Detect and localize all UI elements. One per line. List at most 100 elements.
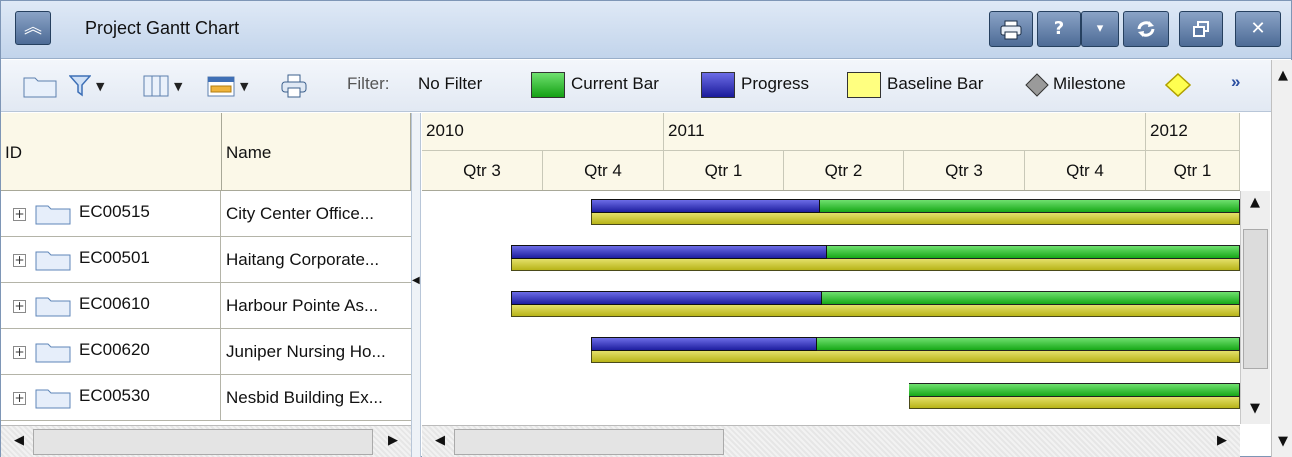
restore-icon xyxy=(1193,21,1209,37)
window-title: Project Gantt Chart xyxy=(85,18,240,38)
id-cell: + EC00515 xyxy=(1,191,221,236)
folder-icon xyxy=(35,389,71,409)
collapse-left-icon[interactable]: ◀ xyxy=(412,275,420,286)
vertical-scrollbar[interactable]: ▲ ▼ xyxy=(1240,191,1270,424)
quarter-label: Qtr 1 xyxy=(664,151,784,190)
baseline-bar[interactable] xyxy=(511,259,1240,271)
expand-icon[interactable]: + xyxy=(13,254,26,267)
close-icon: ✕ xyxy=(1250,18,1266,39)
scroll-down-icon[interactable]: ▼ xyxy=(1269,430,1292,456)
row-name: City Center Office... xyxy=(226,204,375,223)
column-header-name[interactable]: Name xyxy=(222,113,411,191)
baseline-bar[interactable] xyxy=(909,397,1240,409)
baseline-bar[interactable] xyxy=(591,351,1240,363)
row-name: Juniper Nursing Ho... xyxy=(226,342,386,361)
year-label: 2011 xyxy=(664,113,1146,151)
baseline-bar[interactable] xyxy=(591,213,1240,225)
quarter-label: Qtr 3 xyxy=(904,151,1025,190)
table-row[interactable]: + EC00530 Nesbid Building Ex... xyxy=(1,375,411,421)
page-vertical-scrollbar[interactable]: ▲ ▼ xyxy=(1271,60,1292,457)
calendar-icon xyxy=(207,76,235,97)
timescale-header: 2010 2011 2012 Qtr 3 Qtr 4 Qtr 1 Qtr 2 Q… xyxy=(422,113,1240,191)
expand-icon[interactable]: + xyxy=(13,208,26,221)
year-label: 2010 xyxy=(422,113,664,151)
refresh-icon xyxy=(1137,21,1155,37)
folder-icon xyxy=(35,297,71,317)
help-button[interactable]: ? xyxy=(1037,11,1081,47)
quarter-label: Qtr 4 xyxy=(1025,151,1146,190)
expand-icon[interactable]: + xyxy=(13,392,26,405)
filter-menu-button[interactable]: ▼ xyxy=(69,68,104,104)
chevron-down-icon: ▼ xyxy=(174,79,183,93)
columns-menu-button[interactable]: ▼ xyxy=(143,68,182,104)
chevron-down-icon: ▼ xyxy=(96,79,105,93)
id-cell: + EC00620 xyxy=(1,329,221,374)
row-name: Haitang Corporate... xyxy=(226,250,380,269)
progress-swatch xyxy=(701,72,735,98)
timescale-menu-button[interactable]: ▼ xyxy=(207,68,248,104)
scroll-down-icon[interactable]: ▼ xyxy=(1241,397,1269,423)
expand-icon[interactable]: + xyxy=(13,300,26,313)
restore-button[interactable] xyxy=(1179,11,1223,47)
folder-icon xyxy=(35,205,71,225)
legend-milestone: Milestone xyxy=(1053,74,1126,93)
chevron-down-icon: ▼ xyxy=(240,79,249,93)
scroll-up-icon[interactable]: ▲ xyxy=(1241,191,1269,217)
collapse-button[interactable]: ︽ xyxy=(15,11,51,45)
close-button[interactable]: ✕ xyxy=(1235,11,1281,47)
table-row[interactable]: + EC00620 Juniper Nursing Ho... xyxy=(1,329,411,375)
filter-label: Filter: xyxy=(347,74,390,93)
row-id: EC00501 xyxy=(79,248,150,267)
gantt-horizontal-scroll-thumb[interactable] xyxy=(454,429,724,455)
help-menu-button[interactable]: ▾ xyxy=(1081,11,1119,47)
quarter-label: Qtr 3 xyxy=(422,151,543,190)
folder-icon xyxy=(35,343,71,363)
table-row[interactable]: + EC00515 City Center Office... xyxy=(1,191,411,237)
table-row[interactable]: + EC00501 Haitang Corporate... xyxy=(1,237,411,283)
column-header-name-label: Name xyxy=(226,143,272,162)
toolbar-overflow-button[interactable]: » xyxy=(1231,72,1240,92)
scroll-right-icon[interactable]: ▶ xyxy=(379,429,407,455)
grid-horizontal-scrollbar[interactable]: ◀ ▶ xyxy=(1,425,411,457)
expand-icon[interactable]: + xyxy=(13,346,26,359)
id-cell: + EC00610 xyxy=(1,283,221,328)
gantt-horizontal-scrollbar[interactable]: ◀ ▶ xyxy=(422,425,1240,457)
print-icon xyxy=(281,74,307,98)
print-chart-button[interactable] xyxy=(281,68,307,104)
column-header-id-label: ID xyxy=(5,143,22,162)
scroll-left-icon[interactable]: ◀ xyxy=(5,429,33,455)
open-folder-button[interactable] xyxy=(23,68,57,104)
folder-icon xyxy=(35,251,71,271)
print-button[interactable] xyxy=(989,11,1033,47)
year-label: 2012 xyxy=(1146,113,1240,151)
legend-current-bar: Current Bar xyxy=(571,74,659,93)
scroll-right-icon[interactable]: ▶ xyxy=(1208,429,1236,455)
folder-icon xyxy=(23,77,57,98)
row-name: Harbour Pointe As... xyxy=(226,296,379,315)
toolbar: ▼ ▼ ▼ Filter: No Filter Current Bar Prog… xyxy=(1,60,1291,112)
progress-bar[interactable] xyxy=(591,337,817,351)
vertical-scroll-thumb[interactable] xyxy=(1243,229,1268,369)
title-bar: ︽ Project Gantt Chart ? ▾ ✕ xyxy=(1,1,1291,59)
progress-bar[interactable] xyxy=(511,245,827,259)
chevron-down-icon: ▾ xyxy=(1096,21,1104,36)
column-header-id[interactable]: ID xyxy=(1,113,222,191)
grid-horizontal-scroll-thumb[interactable] xyxy=(33,429,373,455)
current-bar[interactable] xyxy=(909,383,1240,397)
current-bar-swatch xyxy=(531,72,565,98)
baseline-bar[interactable] xyxy=(511,305,1240,317)
baseline-milestone-icon xyxy=(1165,73,1191,97)
row-name: Nesbid Building Ex... xyxy=(226,388,383,407)
quarter-label: Qtr 2 xyxy=(784,151,904,190)
gantt-chart-area[interactable] xyxy=(422,191,1240,424)
progress-bar[interactable] xyxy=(591,199,820,213)
refresh-button[interactable] xyxy=(1123,11,1169,47)
filter-value[interactable]: No Filter xyxy=(418,74,482,94)
quarter-label: Qtr 1 xyxy=(1146,151,1240,190)
progress-bar[interactable] xyxy=(511,291,822,305)
row-id: EC00620 xyxy=(79,340,150,359)
scroll-up-icon[interactable]: ▲ xyxy=(1269,64,1292,90)
scroll-left-icon[interactable]: ◀ xyxy=(426,429,454,455)
pane-splitter[interactable]: ◀ xyxy=(411,113,421,457)
table-row[interactable]: + EC00610 Harbour Pointe As... xyxy=(1,283,411,329)
